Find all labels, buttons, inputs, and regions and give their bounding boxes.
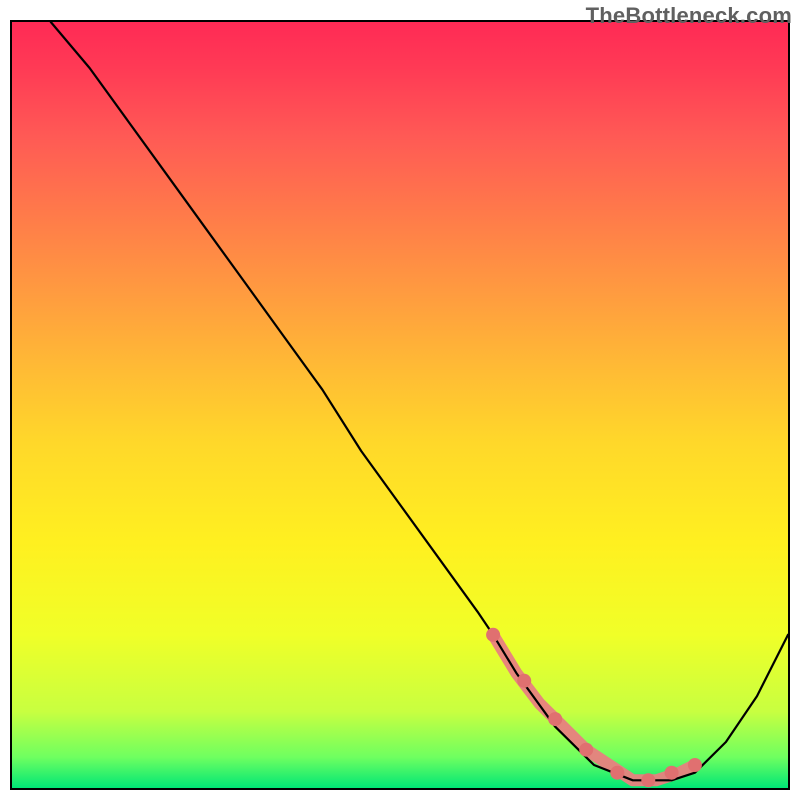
bottleneck-curve: [51, 22, 788, 780]
plot-svg: [12, 22, 788, 788]
marker-dot: [610, 766, 624, 780]
plot-frame: [10, 20, 790, 790]
optimal-range-curve: [493, 635, 695, 781]
marker-dot: [641, 773, 655, 787]
marker-dot: [486, 628, 500, 642]
marker-dot: [517, 674, 531, 688]
marker-dot: [688, 758, 702, 772]
watermark-text: TheBottleneck.com: [586, 3, 792, 29]
optimal-range-markers: [486, 628, 702, 788]
marker-dot: [579, 743, 593, 757]
chart-canvas: TheBottleneck.com: [0, 0, 800, 800]
marker-dot: [665, 766, 679, 780]
marker-dot: [548, 712, 562, 726]
